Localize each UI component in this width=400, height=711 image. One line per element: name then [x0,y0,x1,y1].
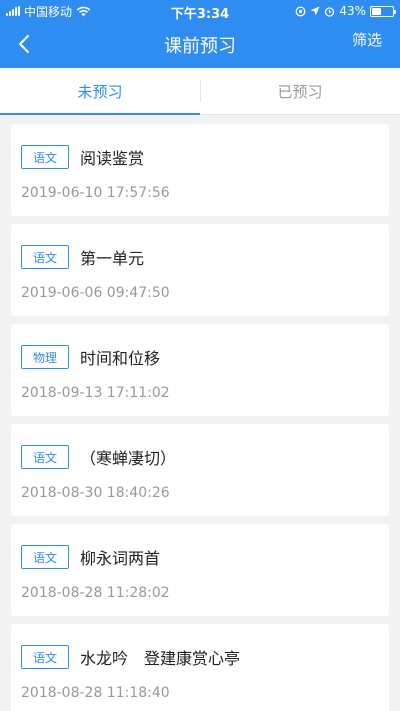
chevron-left-icon [19,35,29,53]
status-right: 43% [295,4,396,18]
list-item[interactable]: 语文 水龙吟 登建康赏心亭 2018-08-28 11:18:40 [11,624,389,711]
signal-icon [6,6,20,16]
battery-fill [372,7,381,15]
subject-tag: 语文 [21,645,69,669]
item-title: 阅读鉴赏 [80,149,145,168]
item-date: 2018-09-13 17:11:02 [21,385,170,401]
item-date: 2018-08-30 18:40:26 [21,485,170,501]
filter-button[interactable]: 筛选 [352,29,382,50]
item-date: 2019-06-10 17:57:56 [21,185,170,201]
list-item[interactable]: 物理 时间和位移 2018-09-13 17:11:02 [11,324,389,416]
tab-bar: 未预习 已预习 [0,68,400,115]
list-item[interactable]: 语文 阅读鉴赏 2019-06-10 17:57:56 [11,124,389,216]
list-item[interactable]: 语文 第一单元 2019-06-06 09:47:50 [11,224,389,316]
page-title: 课前预习 [164,36,236,57]
preview-list: 语文 阅读鉴赏 2019-06-10 17:57:56 语文 第一单元 2019-0… [0,115,400,711]
tab-previewed[interactable]: 已预习 [200,68,400,114]
battery-icon [370,5,396,17]
list-item[interactable]: 语文 柳永词两首 2018-08-28 11:28:02 [11,524,389,616]
subject-tag: 语文 [21,145,69,169]
tab-divider [200,80,201,102]
back-button[interactable] [12,32,36,56]
subject-tag: 语文 [21,445,69,469]
carrier-label: 中国移动 [24,4,73,19]
subject-tag: 语文 [21,545,69,569]
status-bar: 中国移动 下午3:34 43% [0,0,400,22]
item-title: 第一单元 [80,249,145,268]
item-title: 柳永词两首 [80,549,161,568]
header: 中国移动 下午3:34 43% 课前预习 筛选 [0,0,400,68]
location-lock-icon [295,6,306,16]
navbar: 课前预习 筛选 [0,22,400,68]
alarm-icon [325,6,335,17]
item-date: 2018-08-28 11:28:02 [21,585,170,601]
item-title: 时间和位移 [80,349,161,368]
item-date: 2018-08-28 11:18:40 [21,685,170,701]
subject-tag: 物理 [21,345,69,369]
battery-percent: 43% [339,4,366,18]
list-item[interactable]: 语文 （寒蝉凄切） 2018-08-30 18:40:26 [11,424,389,516]
subject-tag: 语文 [21,245,69,269]
status-left: 中国移动 [6,3,91,20]
wifi-icon [76,6,91,16]
item-title: （寒蝉凄切） [80,449,177,468]
location-arrow-icon [310,6,320,16]
item-title: 水龙吟 登建康赏心亭 [80,649,241,668]
tab-not-previewed[interactable]: 未预习 [0,68,200,115]
item-date: 2019-06-06 09:47:50 [21,285,170,301]
